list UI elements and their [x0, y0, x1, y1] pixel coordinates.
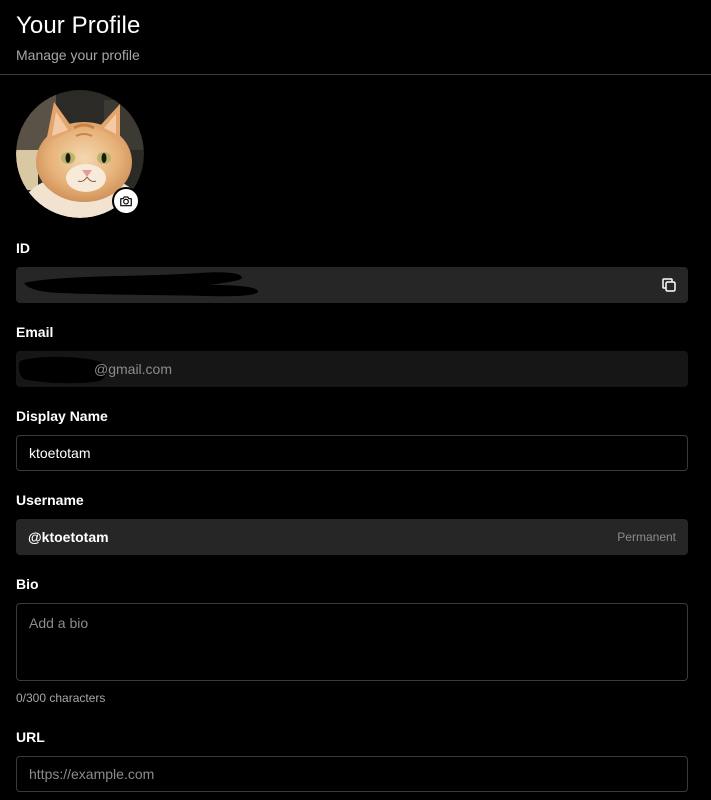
email-label: Email [16, 324, 54, 340]
page-header: Your Profile Manage your profile [0, 0, 711, 75]
copy-id-button[interactable] [660, 276, 678, 294]
display-name-label: Display Name [16, 408, 108, 424]
url-input[interactable] [16, 756, 688, 792]
copy-icon [662, 278, 676, 292]
url-label: URL [16, 729, 45, 745]
avatar-container [16, 90, 144, 218]
change-avatar-button[interactable] [112, 187, 140, 215]
username-field: @ktoetotam Permanent [16, 519, 688, 555]
permanent-badge: Permanent [617, 530, 676, 544]
bio-textarea[interactable] [16, 603, 688, 681]
username-value: @ktoetotam [28, 529, 109, 545]
bio-label: Bio [16, 576, 39, 592]
id-field [16, 267, 688, 303]
display-name-input[interactable] [16, 435, 688, 471]
page-title: Your Profile [16, 12, 141, 39]
id-label: ID [16, 240, 30, 256]
email-field: @gmail.com [16, 351, 688, 387]
bio-char-count: 0/300 characters [16, 691, 106, 705]
page-subtitle: Manage your profile [16, 47, 140, 63]
email-value: @gmail.com [94, 361, 173, 377]
id-redaction [24, 272, 259, 297]
username-label: Username [16, 492, 84, 508]
camera-icon [120, 196, 132, 207]
